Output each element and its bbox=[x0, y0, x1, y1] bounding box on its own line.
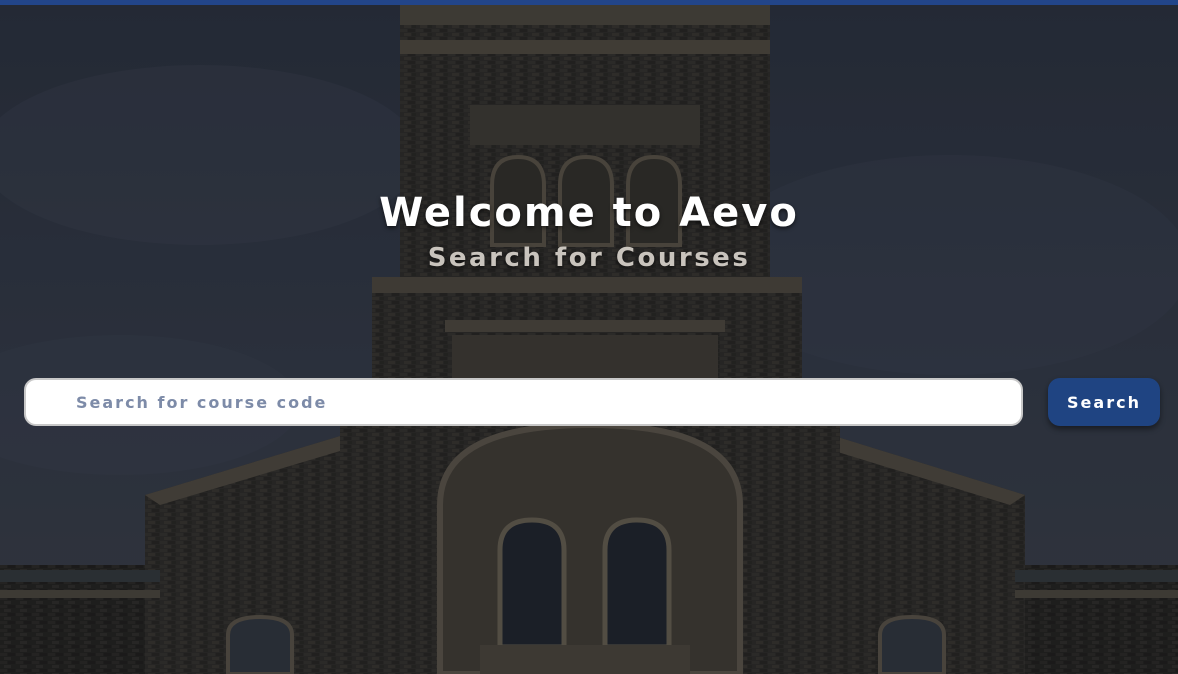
background-dim-overlay bbox=[0, 0, 1178, 674]
top-accent-bar bbox=[0, 0, 1178, 5]
course-code-search-input[interactable] bbox=[24, 378, 1023, 426]
page-subtitle: Search for Courses bbox=[427, 243, 751, 273]
page-title: Welcome to Aevo bbox=[379, 190, 799, 236]
hero-heading-group: Welcome to Aevo Search for Courses bbox=[0, 186, 1178, 276]
course-search-bar: Search bbox=[24, 378, 1160, 426]
landing-page: Welcome to Aevo Search for Courses Searc… bbox=[0, 0, 1178, 674]
search-button[interactable]: Search bbox=[1048, 378, 1160, 426]
